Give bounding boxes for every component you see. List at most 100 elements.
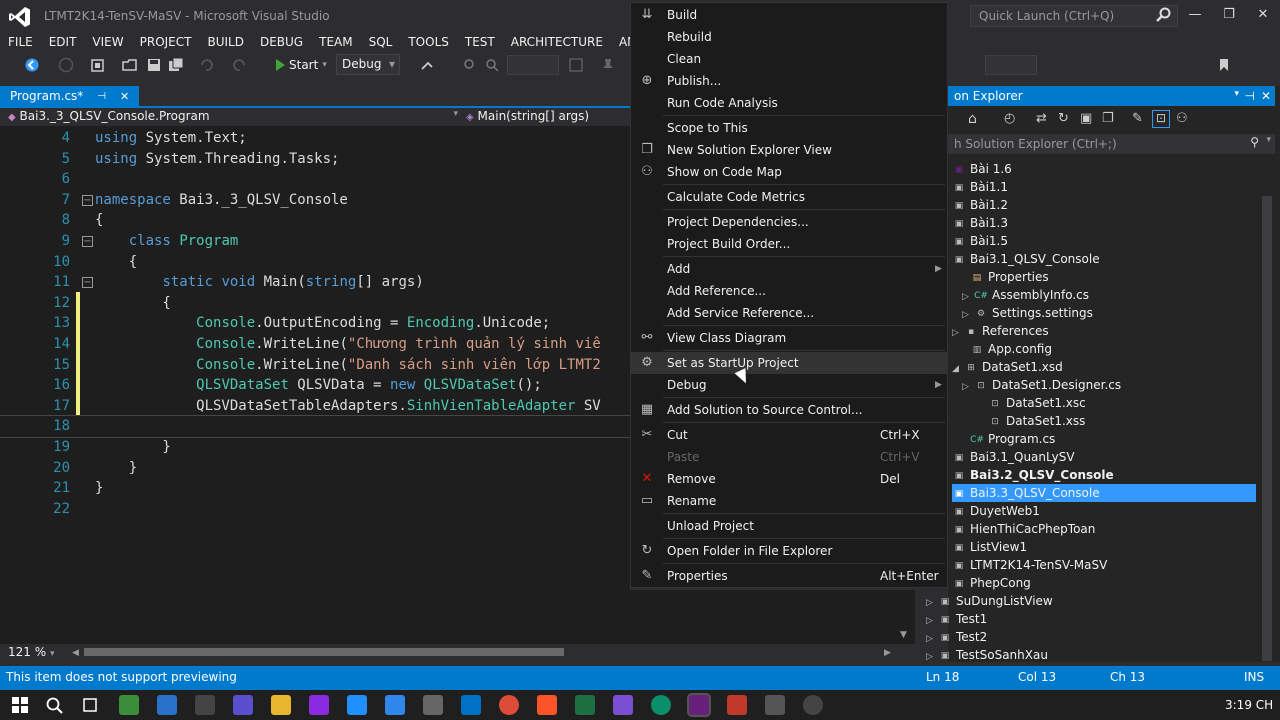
taskbar-clock[interactable]: 3:19 CH: [1225, 698, 1273, 712]
tree-item-selected[interactable]: ▣ Bai3.3_QLSV_Console: [952, 484, 1256, 502]
tree-item[interactable]: ▣ Bài1.1: [952, 178, 1008, 196]
tree-item[interactable]: ▷ C# AssemblyInfo.cs: [962, 286, 1089, 304]
task-view-icon[interactable]: [80, 695, 100, 715]
collapse-icon[interactable]: −: [82, 236, 93, 247]
start-debugging-button[interactable]: Start ▾: [276, 55, 327, 75]
tree-item[interactable]: ◢ ⊞ DataSet1.xsd: [952, 358, 1063, 376]
menu-item-clean[interactable]: Clean: [631, 48, 947, 70]
menu-item-add-solution-to-source-control[interactable]: ▦ Add Solution to Source Control...: [631, 399, 947, 421]
solution-explorer-scrollbar[interactable]: [1262, 196, 1272, 661]
scroll-right-icon[interactable]: ▶: [884, 648, 891, 658]
menu-file[interactable]: FILE: [0, 32, 41, 52]
refresh-icon[interactable]: ↻: [1058, 111, 1069, 126]
search-icon[interactable]: [1156, 7, 1172, 23]
code-editor[interactable]: 4 using System.Text; 5 using System.Thread…: [0, 126, 631, 644]
app-icon[interactable]: [803, 695, 823, 715]
tree-item-startup-project[interactable]: ▣ Bai3.2_QLSV_Console: [952, 466, 1114, 484]
forward-icon[interactable]: [58, 57, 74, 73]
scroll-left-icon[interactable]: ◀: [72, 648, 79, 658]
tab-program-cs[interactable]: Program.cs* ⊣ ✕: [0, 86, 140, 106]
expand-icon[interactable]: ▷: [962, 378, 974, 396]
menu-item-remove[interactable]: ✕ Remove Del: [631, 468, 947, 490]
navigate-icon[interactable]: [568, 57, 584, 73]
show-all-files-icon[interactable]: ❐: [1102, 111, 1114, 126]
menu-item-unload-project[interactable]: Unload Project: [631, 515, 947, 537]
tree-item[interactable]: ▣ Bài1.2: [952, 196, 1008, 214]
tree-item[interactable]: ▣ Bài1.5: [952, 232, 1008, 250]
tree-item[interactable]: ▤ Properties: [970, 268, 1049, 286]
menu-item-project-build-order[interactable]: Project Build Order...: [631, 233, 947, 255]
file-explorer-icon[interactable]: [271, 695, 291, 715]
menu-item-rebuild[interactable]: Rebuild: [631, 26, 947, 48]
sync-icon[interactable]: ⇄: [1036, 111, 1047, 126]
home-icon[interactable]: ⌂: [968, 111, 977, 127]
menu-project[interactable]: PROJECT: [132, 32, 200, 52]
menu-item-properties[interactable]: ✎ Properties Alt+Enter: [631, 565, 947, 587]
collapse-icon[interactable]: −: [82, 194, 93, 206]
minimize-button[interactable]: —: [1180, 4, 1210, 26]
mail-icon[interactable]: [157, 695, 177, 715]
pin-tab-icon[interactable]: ⊣: [97, 91, 106, 102]
tree-item[interactable]: ▣ Bai3.1_QuanLySV: [952, 448, 1075, 466]
type-dropdown[interactable]: ◆ Bai3._3_QLSV_Console.Program ▾: [8, 109, 460, 125]
tree-item[interactable]: ▥ App.config: [970, 340, 1052, 358]
zoom-dropdown[interactable]: 121 % ▾: [8, 645, 54, 659]
menu-item-scope-to-this[interactable]: Scope to This: [631, 117, 947, 139]
open-file-icon[interactable]: [122, 57, 138, 73]
attach-icon[interactable]: [420, 57, 436, 73]
menu-item-debug[interactable]: Debug ▶: [631, 374, 947, 396]
tree-item[interactable]: ▷ ▣ SuDungListView: [926, 592, 1053, 610]
menu-item-add-reference[interactable]: Add Reference...: [631, 280, 947, 302]
close-button[interactable]: ✕: [1248, 4, 1278, 26]
terminal-icon[interactable]: [195, 695, 215, 715]
menu-test[interactable]: TEST: [457, 32, 503, 52]
tree-item[interactable]: ⊡ DataSet1.xsc: [988, 394, 1086, 412]
menu-item-run-code-analysis[interactable]: Run Code Analysis: [631, 92, 947, 114]
restore-button[interactable]: ❐: [1214, 4, 1244, 26]
undo-icon[interactable]: [198, 57, 214, 73]
menu-item-calculate-code-metrics[interactable]: Calculate Code Metrics: [631, 186, 947, 208]
back-icon[interactable]: [24, 57, 40, 73]
close-icon[interactable]: ✕: [1261, 89, 1271, 103]
menu-debug[interactable]: DEBUG: [252, 32, 311, 52]
tree-item[interactable]: ▣ PhepCong: [952, 574, 1031, 592]
excel-icon[interactable]: [575, 695, 595, 715]
visual-studio-taskbar-icon[interactable]: [687, 693, 711, 717]
tree-item[interactable]: C# Program.cs: [970, 430, 1055, 448]
tree-item[interactable]: ▷ ⊡ DataSet1.Designer.cs: [962, 376, 1121, 394]
menu-item-project-dependencies[interactable]: Project Dependencies...: [631, 211, 947, 233]
menu-item-set-as-startup-project[interactable]: ⚙ Set as StartUp Project: [631, 352, 947, 374]
tree-item[interactable]: ▣ DuyetWeb1: [952, 502, 1040, 520]
dropdown-icon[interactable]: ▾: [1234, 89, 1239, 99]
menu-item-new-solution-explorer-view[interactable]: ❐ New Solution Explorer View: [631, 139, 947, 161]
tree-item[interactable]: ▷ ▣ Test2: [926, 628, 987, 646]
solution-configuration-dropdown[interactable]: Debug: [336, 54, 400, 75]
menu-team[interactable]: TEAM: [311, 32, 360, 52]
app-icon[interactable]: [423, 695, 443, 715]
wrench-icon[interactable]: ✎: [1132, 111, 1143, 126]
redo-icon[interactable]: [232, 57, 248, 73]
brave-icon[interactable]: [537, 695, 557, 715]
tree-item[interactable]: ▣ ListView1: [952, 538, 1027, 556]
menu-tools[interactable]: TOOLS: [400, 32, 457, 52]
app-icon[interactable]: [309, 695, 329, 715]
tree-item[interactable]: ▷ ▣ TestSoSanhXau: [926, 646, 1048, 664]
onenote-icon[interactable]: [613, 695, 633, 715]
menu-item-cut[interactable]: ✂ Cut Ctrl+X: [631, 424, 947, 446]
pin-icon[interactable]: [600, 57, 616, 73]
menu-item-add-service-reference[interactable]: Add Service Reference...: [631, 302, 947, 324]
tree-item[interactable]: ▣ Bài1.3: [952, 214, 1008, 232]
class-view-icon[interactable]: ⚇: [1176, 111, 1188, 126]
member-dropdown[interactable]: ◈ Main(string[] args): [466, 109, 630, 125]
close-tab-icon[interactable]: ✕: [120, 90, 129, 103]
collapse-icon[interactable]: −: [82, 277, 93, 289]
history-icon[interactable]: ◴: [1004, 111, 1015, 126]
search-combo-right[interactable]: [985, 55, 1037, 75]
expand-icon[interactable]: ▷: [952, 324, 964, 342]
chrome-icon[interactable]: [499, 695, 519, 715]
outlook-icon[interactable]: [461, 695, 481, 715]
save-icon[interactable]: [146, 57, 162, 73]
tree-item[interactable]: ▷ ⚙ Settings.settings: [962, 304, 1093, 322]
save-all-icon[interactable]: [168, 57, 184, 73]
scroll-down-icon[interactable]: ▼: [900, 630, 907, 640]
